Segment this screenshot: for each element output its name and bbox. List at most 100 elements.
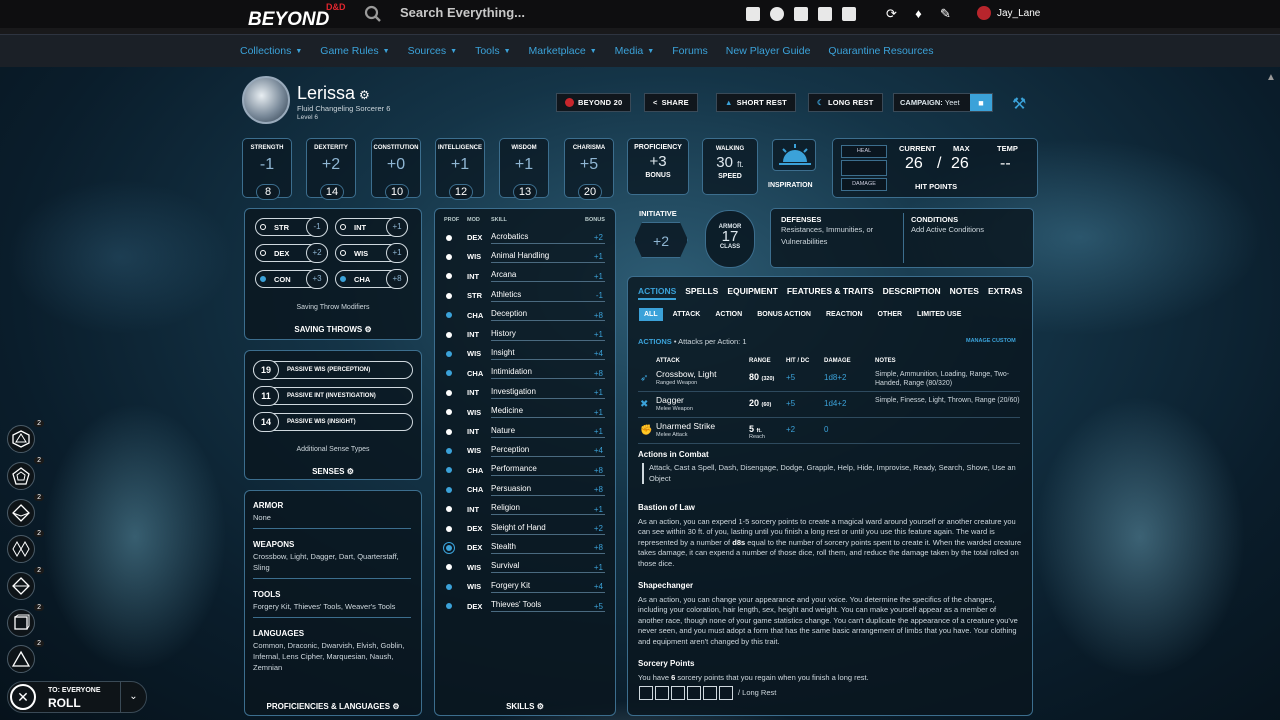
facebook-icon[interactable]	[794, 7, 808, 21]
nav-item[interactable]: Quarantine Resources	[828, 45, 933, 57]
user-menu[interactable]: Jay_Lane	[977, 6, 1040, 20]
sorcery-point-checkbox[interactable]	[719, 686, 733, 700]
nav-item[interactable]: Marketplace ▼	[529, 45, 597, 57]
skill-row[interactable]: INT Nature +1	[443, 422, 607, 441]
tab-equipment[interactable]: EQUIPMENT	[727, 286, 778, 300]
skill-row[interactable]: WIS Survival +1	[443, 558, 607, 577]
skill-row[interactable]: CHA Performance +8	[443, 461, 607, 480]
skill-row[interactable]: WIS Animal Handling +1	[443, 247, 607, 266]
skill-row[interactable]: INT Investigation +1	[443, 383, 607, 402]
share-button[interactable]: < SHARE	[644, 93, 698, 112]
skill-row[interactable]: WIS Medicine +1	[443, 403, 607, 422]
dice-d8-button[interactable]: 2	[7, 567, 44, 600]
bell-icon[interactable]: ♦	[911, 6, 926, 21]
skill-row[interactable]: CHA Persuasion +8	[443, 480, 607, 499]
inspiration-toggle[interactable]	[772, 139, 816, 171]
sorcery-point-checkbox[interactable]	[671, 686, 685, 700]
roll-button[interactable]: ROLL	[48, 696, 81, 710]
tab-extras[interactable]: EXTRAS	[988, 286, 1022, 300]
twitch-icon[interactable]	[842, 7, 856, 21]
skill-row[interactable]: INT History +1	[443, 325, 607, 344]
attack-row[interactable]: ✊ Unarmed Strike Melee Attack 5 ft. Reach +2 0	[638, 419, 1020, 444]
senses-title[interactable]: SENSES ⚙	[253, 467, 413, 476]
attack-damage[interactable]: 1d4+2	[824, 399, 846, 408]
subtab-bonus-action[interactable]: BONUS ACTION	[752, 308, 816, 321]
anvil-icon[interactable]: ⚒	[1012, 94, 1026, 114]
nav-item[interactable]: Forums	[672, 45, 708, 57]
saving-throw-dex[interactable]: DEX +2	[255, 243, 328, 263]
hp-amount-input[interactable]	[841, 160, 887, 176]
skill-row[interactable]: INT Arcana +1	[443, 267, 607, 286]
attack-damage[interactable]: 1d8+2	[824, 373, 846, 382]
attack-damage[interactable]: 0	[824, 425, 828, 434]
hp-temp[interactable]: --	[1000, 155, 1011, 173]
nav-item[interactable]: Game Rules ▼	[320, 45, 389, 57]
attack-row[interactable]: ➶ Crossbow, Light Ranged Weapon 80 (320) +5 1…	[638, 367, 1020, 392]
saving-throw-wis[interactable]: WIS +1	[335, 243, 408, 263]
youtube-icon[interactable]	[818, 7, 832, 21]
ability-strength[interactable]: STRENGTH -1 8	[242, 138, 292, 200]
saving-throws-title[interactable]: SAVING THROWS ⚙	[253, 325, 413, 334]
skill-row[interactable]: DEX Sleight of Hand +2	[443, 519, 607, 538]
nav-item[interactable]: Media ▼	[615, 45, 655, 57]
short-rest-button[interactable]: ▲ SHORT REST	[716, 93, 796, 112]
campaign-button[interactable]: CAMPAIGN: Yeet ■	[893, 93, 993, 112]
nav-item[interactable]: Sources ▼	[408, 45, 457, 57]
twitter-icon[interactable]	[770, 7, 784, 21]
message-icon[interactable]: ■	[970, 94, 992, 111]
subtab-action[interactable]: ACTION	[710, 308, 747, 321]
skill-row[interactable]: CHA Intimidation +8	[443, 364, 607, 383]
subtab-reaction[interactable]: REACTION	[821, 308, 868, 321]
initiative-value[interactable]: +2	[634, 222, 688, 258]
subtab-all[interactable]: ALL	[639, 308, 663, 321]
skill-row[interactable]: DEX Thieves' Tools +5	[443, 597, 607, 616]
ability-charisma[interactable]: CHARISMA +5 20	[564, 138, 614, 200]
dice-d100-button[interactable]: 2	[7, 530, 44, 563]
hp-current[interactable]: 26	[905, 155, 923, 173]
chevron-down-icon[interactable]: ⌄	[120, 682, 146, 712]
ability-constitution[interactable]: CONSTITUTION +0 10	[371, 138, 421, 200]
attack-row[interactable]: ✖ Dagger Melee Weapon 20 (60) +5 1d4+2 Simple,…	[638, 393, 1020, 418]
character-portrait[interactable]	[242, 76, 290, 124]
dice-d10-button[interactable]: 2	[7, 494, 44, 527]
saving-throw-cha[interactable]: CHA +8	[335, 269, 408, 289]
dice-d12-button[interactable]: 2	[7, 457, 44, 490]
skills-title[interactable]: SKILLS ⚙	[443, 702, 607, 711]
armor-class-shield[interactable]: ARMOR 17 CLASS	[705, 210, 755, 268]
attack-hit[interactable]: +5	[786, 399, 795, 408]
ability-intelligence[interactable]: INTELLIGENCE +1 12	[435, 138, 485, 200]
proficiencies-title[interactable]: PROFICIENCIES & LANGUAGES ⚙	[253, 702, 413, 711]
skill-row[interactable]: DEX Acrobatics +2	[443, 228, 607, 247]
saving-throw-int[interactable]: INT +1	[335, 217, 408, 237]
subtab-limited-use[interactable]: LIMITED USE	[912, 308, 966, 321]
long-rest-button[interactable]: ☾ LONG REST	[808, 93, 883, 112]
dice-d6-button[interactable]: 2	[7, 604, 44, 637]
damage-button[interactable]: DAMAGE	[841, 178, 887, 191]
heal-button[interactable]: HEAL	[841, 145, 887, 158]
discord-icon[interactable]	[746, 7, 760, 21]
sorcery-point-checkbox[interactable]	[655, 686, 669, 700]
ability-wisdom[interactable]: WISDOM +1 13	[499, 138, 549, 200]
beyond-icon[interactable]: ⟳	[884, 6, 899, 21]
nav-item[interactable]: Collections ▼	[240, 45, 302, 57]
saving-throw-str[interactable]: STR -1	[255, 217, 328, 237]
dice-d4-button[interactable]: 2	[7, 640, 44, 673]
tab-spells[interactable]: SPELLS	[685, 286, 718, 300]
tab-notes[interactable]: NOTES	[950, 286, 979, 300]
manage-custom-link[interactable]: MANAGE CUSTOM	[966, 338, 1016, 344]
skill-row[interactable]: DEX Stealth +8	[443, 538, 607, 557]
attack-hit[interactable]: +5	[786, 373, 795, 382]
gear-icon[interactable]: ⚙	[359, 88, 370, 102]
scroll-up-icon[interactable]: ▲	[1266, 72, 1276, 83]
skill-row[interactable]: STR Athletics -1	[443, 286, 607, 305]
chat-icon[interactable]: ✎	[938, 6, 953, 21]
dice-d20-button[interactable]: 2	[7, 420, 44, 453]
roll-target[interactable]: TO: EVERYONE	[48, 687, 101, 694]
sorcery-point-checkbox[interactable]	[703, 686, 717, 700]
skill-row[interactable]: WIS Insight +4	[443, 344, 607, 363]
subtab-other[interactable]: OTHER	[873, 308, 908, 321]
tab-actions[interactable]: ACTIONS	[638, 286, 677, 300]
character-name-wrap[interactable]: Lerissa ⚙	[297, 83, 370, 104]
saving-throw-con[interactable]: CON +3	[255, 269, 328, 289]
tab-description[interactable]: DESCRIPTION	[883, 286, 941, 300]
